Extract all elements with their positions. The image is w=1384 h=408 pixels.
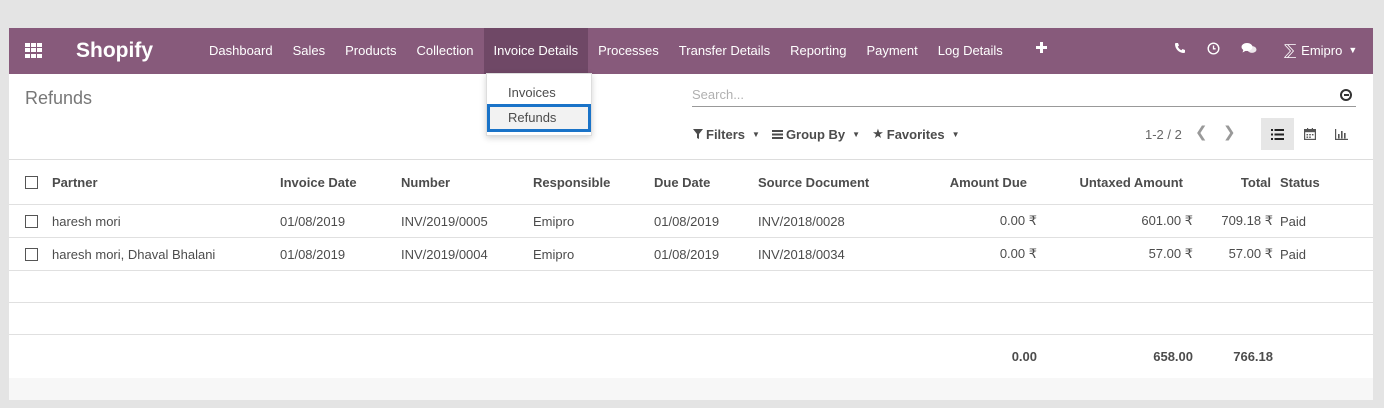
cell-responsible: Emipro — [533, 213, 575, 229]
cell-partner: haresh mori — [52, 213, 121, 229]
chevron-down-icon: ▼ — [951, 129, 960, 139]
search-input[interactable] — [692, 84, 1312, 105]
menu-item-processes[interactable]: Processes — [588, 28, 669, 74]
total-total: 766.18 — [1233, 349, 1273, 364]
row-checkbox[interactable] — [25, 238, 38, 270]
menu-item-log-details[interactable]: Log Details — [928, 28, 1013, 74]
cell-invoice-date: 01/08/2019 — [280, 246, 346, 262]
table-row[interactable]: haresh mori, Dhaval Bhalani 01/08/2019 I… — [9, 238, 1373, 271]
column-header-partner[interactable]: Partner — [52, 160, 98, 204]
list-view-icon[interactable] — [1261, 118, 1294, 150]
main-menu: Dashboard Sales Products Collection Invo… — [199, 28, 1013, 74]
filters-label: Filters — [706, 126, 746, 142]
dropdown-item-invoices[interactable]: Invoices — [487, 79, 591, 107]
phone-icon[interactable] — [1174, 42, 1186, 57]
empty-row — [9, 271, 1373, 303]
cell-source-document: INV/2018/0028 — [758, 213, 845, 229]
brand-title: Shopify — [76, 39, 153, 62]
column-header-untaxed-amount[interactable]: Untaxed Amount — [1049, 160, 1183, 204]
cell-due-date: 01/08/2019 — [654, 246, 720, 262]
cell-status: Paid — [1280, 213, 1307, 229]
menu-item-payment[interactable]: Payment — [856, 28, 927, 74]
group-by-label: Group By — [785, 126, 846, 142]
column-header-responsible[interactable]: Responsible — [533, 160, 610, 204]
page-title: Refunds — [25, 88, 93, 108]
cell-amount-due: 0.00 ₹ — [999, 246, 1037, 261]
column-header-invoice-date[interactable]: Invoice Date — [280, 160, 357, 204]
total-untaxed-amount: 658.00 — [1153, 349, 1193, 364]
select-all-checkbox[interactable] — [25, 160, 38, 204]
cell-invoice-date: 01/08/2019 — [280, 213, 346, 229]
favorites-button[interactable]: ★ Favorites ▼ — [872, 126, 959, 142]
cell-number: INV/2019/0004 — [401, 246, 488, 262]
cell-due-date: 01/08/2019 — [654, 213, 720, 229]
column-header-source-document[interactable]: Source Document — [758, 160, 869, 204]
cell-total: 709.18 ₹ — [1221, 213, 1273, 228]
chevron-down-icon: ▼ — [852, 129, 861, 139]
cell-responsible: Emipro — [533, 246, 575, 262]
column-header-number[interactable]: Number — [401, 160, 450, 204]
user-menu[interactable]: ⅀ Emipro ▼ — [1284, 41, 1357, 59]
column-header-status[interactable]: Status — [1280, 160, 1320, 204]
pager-next-icon[interactable]: ❯ — [1223, 123, 1236, 141]
chat-icon[interactable] — [1241, 42, 1257, 58]
chevron-down-icon: ▼ — [752, 129, 760, 139]
footer-strip — [9, 378, 1373, 400]
cell-amount-due: 0.00 ₹ — [999, 213, 1037, 228]
top-navbar: Shopify Dashboard Sales Products Collect… — [9, 28, 1373, 74]
user-name: Emipro — [1301, 42, 1343, 58]
clock-icon[interactable] — [1207, 42, 1220, 58]
menu-item-products[interactable]: Products — [335, 28, 406, 74]
chevron-down-icon: ▼ — [1348, 45, 1358, 55]
column-header-total[interactable]: Total — [1189, 160, 1271, 204]
search-box — [692, 84, 1356, 107]
menu-item-dashboard[interactable]: Dashboard — [199, 28, 283, 74]
star-icon: ★ — [872, 126, 884, 141]
apps-grid-icon[interactable] — [25, 43, 42, 58]
table-header-row: Partner Invoice Date Number Responsible … — [9, 159, 1373, 205]
totals-row: 0.00 658.00 766.18 — [9, 335, 1373, 378]
empty-row — [9, 303, 1373, 335]
table-row[interactable]: haresh mori 01/08/2019 INV/2019/0005 Emi… — [9, 205, 1373, 238]
pager-previous-icon[interactable]: ❮ — [1195, 123, 1208, 141]
filters-button[interactable]: Filters ▼ — [693, 126, 760, 142]
cell-source-document: INV/2018/0034 — [758, 246, 845, 262]
search-icon[interactable] — [1340, 89, 1352, 101]
favorites-label: Favorites — [886, 126, 945, 142]
group-by-button[interactable]: Group By ▼ — [771, 126, 861, 142]
pager-value[interactable]: 1-2 / 2 — [1145, 127, 1182, 142]
list-bars-icon — [771, 129, 783, 139]
cell-total: 57.00 ₹ — [1228, 246, 1273, 261]
search-options-bar: Filters ▼ Group By ▼ ★ Favorites ▼ — [693, 126, 959, 142]
menu-item-collection[interactable]: Collection — [406, 28, 483, 74]
app-window: Shopify Dashboard Sales Products Collect… — [9, 28, 1373, 400]
cell-partner: haresh mori, Dhaval Bhalani — [52, 246, 216, 262]
menu-item-sales[interactable]: Sales — [283, 28, 336, 74]
cell-untaxed-amount: 601.00 ₹ — [1141, 213, 1193, 228]
cell-untaxed-amount: 57.00 ₹ — [1148, 246, 1193, 261]
cell-status: Paid — [1280, 246, 1307, 262]
graph-view-icon[interactable] — [1325, 118, 1358, 150]
user-avatar-icon: ⅀ — [1284, 42, 1297, 59]
column-header-due-date[interactable]: Due Date — [654, 160, 710, 204]
total-amount-due: 0.00 — [1011, 349, 1037, 364]
menu-item-reporting[interactable]: Reporting — [780, 28, 856, 74]
row-checkbox[interactable] — [25, 205, 38, 237]
menu-item-transfer-details[interactable]: Transfer Details — [669, 28, 780, 74]
filter-icon — [693, 129, 703, 139]
invoice-details-dropdown: Invoices Refunds — [486, 73, 592, 136]
cell-number: INV/2019/0005 — [401, 213, 488, 229]
calendar-view-icon[interactable] — [1293, 118, 1326, 150]
dropdown-item-refunds[interactable]: Refunds — [487, 104, 591, 132]
column-header-amount-due[interactable]: Amount Due — [909, 160, 1027, 204]
plus-icon[interactable] — [1036, 42, 1048, 54]
menu-item-invoice-details[interactable]: Invoice Details — [483, 28, 589, 74]
